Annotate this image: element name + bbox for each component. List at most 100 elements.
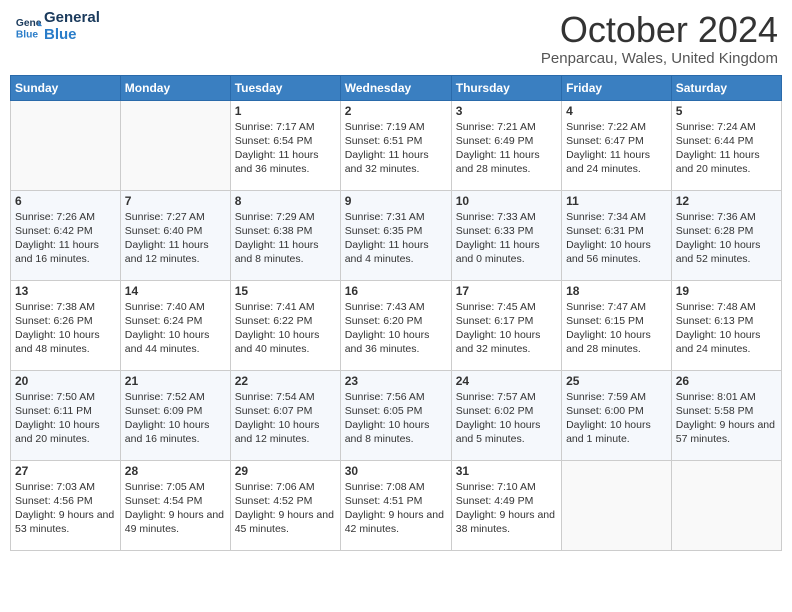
svg-text:General: General xyxy=(16,18,42,29)
day-number: 2 xyxy=(345,104,447,118)
calendar-cell: 28 Sunrise: 7:05 AM Sunset: 4:54 PM Dayli… xyxy=(120,460,230,550)
calendar-cell: 21 Sunrise: 7:52 AM Sunset: 6:09 PM Dayli… xyxy=(120,370,230,460)
day-details: Sunrise: 7:17 AM Sunset: 6:54 PM Dayligh… xyxy=(235,120,336,177)
day-number: 22 xyxy=(235,374,336,388)
calendar-cell xyxy=(562,460,672,550)
day-details: Sunrise: 7:54 AM Sunset: 6:07 PM Dayligh… xyxy=(235,390,336,447)
day-details: Sunrise: 7:59 AM Sunset: 6:00 PM Dayligh… xyxy=(566,390,667,447)
day-number: 29 xyxy=(235,464,336,478)
day-details: Sunrise: 7:56 AM Sunset: 6:05 PM Dayligh… xyxy=(345,390,447,447)
calendar-cell: 12 Sunrise: 7:36 AM Sunset: 6:28 PM Dayli… xyxy=(671,190,781,280)
calendar-cell: 14 Sunrise: 7:40 AM Sunset: 6:24 PM Dayli… xyxy=(120,280,230,370)
col-header-tuesday: Tuesday xyxy=(230,75,340,100)
calendar-table: SundayMondayTuesdayWednesdayThursdayFrid… xyxy=(10,75,782,551)
day-number: 8 xyxy=(235,194,336,208)
col-header-saturday: Saturday xyxy=(671,75,781,100)
day-number: 30 xyxy=(345,464,447,478)
month-title: October 2024 xyxy=(541,10,778,50)
day-details: Sunrise: 7:40 AM Sunset: 6:24 PM Dayligh… xyxy=(125,300,226,357)
day-number: 10 xyxy=(456,194,557,208)
day-number: 28 xyxy=(125,464,226,478)
day-details: Sunrise: 7:22 AM Sunset: 6:47 PM Dayligh… xyxy=(566,120,667,177)
calendar-cell: 6Sunrise: 7:26 AM Sunset: 6:42 PM Daylig… xyxy=(11,190,121,280)
calendar-cell: 17 Sunrise: 7:45 AM Sunset: 6:17 PM Dayli… xyxy=(451,280,561,370)
day-number: 26 xyxy=(676,374,777,388)
col-header-sunday: Sunday xyxy=(11,75,121,100)
day-number: 13 xyxy=(15,284,116,298)
calendar-cell: 20Sunrise: 7:50 AM Sunset: 6:11 PM Dayli… xyxy=(11,370,121,460)
calendar-cell: 27Sunrise: 7:03 AM Sunset: 4:56 PM Dayli… xyxy=(11,460,121,550)
day-number: 31 xyxy=(456,464,557,478)
logo-blue: Blue xyxy=(44,27,100,44)
calendar-cell xyxy=(671,460,781,550)
calendar-cell: 30 Sunrise: 7:08 AM Sunset: 4:51 PM Dayli… xyxy=(340,460,451,550)
calendar-cell: 5 Sunrise: 7:24 AM Sunset: 6:44 PM Daylig… xyxy=(671,100,781,190)
header-row: SundayMondayTuesdayWednesdayThursdayFrid… xyxy=(11,75,782,100)
calendar-cell: 26 Sunrise: 8:01 AM Sunset: 5:58 PM Dayli… xyxy=(671,370,781,460)
calendar-cell: 25 Sunrise: 7:59 AM Sunset: 6:00 PM Dayli… xyxy=(562,370,672,460)
day-number: 15 xyxy=(235,284,336,298)
day-details: Sunrise: 7:48 AM Sunset: 6:13 PM Dayligh… xyxy=(676,300,777,357)
calendar-cell: 31 Sunrise: 7:10 AM Sunset: 4:49 PM Dayli… xyxy=(451,460,561,550)
day-details: Sunrise: 7:47 AM Sunset: 6:15 PM Dayligh… xyxy=(566,300,667,357)
calendar-cell: 23 Sunrise: 7:56 AM Sunset: 6:05 PM Dayli… xyxy=(340,370,451,460)
calendar-cell: 4 Sunrise: 7:22 AM Sunset: 6:47 PM Daylig… xyxy=(562,100,672,190)
day-number: 1 xyxy=(235,104,336,118)
day-details: Sunrise: 7:38 AM Sunset: 6:26 PM Dayligh… xyxy=(15,300,116,357)
week-row-4: 20Sunrise: 7:50 AM Sunset: 6:11 PM Dayli… xyxy=(11,370,782,460)
day-details: Sunrise: 7:10 AM Sunset: 4:49 PM Dayligh… xyxy=(456,480,557,537)
logo: General Blue General Blue xyxy=(14,10,100,43)
day-number: 14 xyxy=(125,284,226,298)
day-number: 6 xyxy=(15,194,116,208)
week-row-1: 1 Sunrise: 7:17 AM Sunset: 6:54 PM Daylig… xyxy=(11,100,782,190)
day-number: 12 xyxy=(676,194,777,208)
day-details: Sunrise: 7:27 AM Sunset: 6:40 PM Dayligh… xyxy=(125,210,226,267)
day-number: 4 xyxy=(566,104,667,118)
day-details: Sunrise: 7:29 AM Sunset: 6:38 PM Dayligh… xyxy=(235,210,336,267)
day-details: Sunrise: 7:43 AM Sunset: 6:20 PM Dayligh… xyxy=(345,300,447,357)
calendar-cell: 8 Sunrise: 7:29 AM Sunset: 6:38 PM Daylig… xyxy=(230,190,340,280)
calendar-cell: 24Sunrise: 7:57 AM Sunset: 6:02 PM Dayli… xyxy=(451,370,561,460)
logo-general: General xyxy=(44,10,100,27)
week-row-5: 27Sunrise: 7:03 AM Sunset: 4:56 PM Dayli… xyxy=(11,460,782,550)
day-details: Sunrise: 7:34 AM Sunset: 6:31 PM Dayligh… xyxy=(566,210,667,267)
day-number: 16 xyxy=(345,284,447,298)
day-details: Sunrise: 7:33 AM Sunset: 6:33 PM Dayligh… xyxy=(456,210,557,267)
day-details: Sunrise: 7:31 AM Sunset: 6:35 PM Dayligh… xyxy=(345,210,447,267)
calendar-cell: 16 Sunrise: 7:43 AM Sunset: 6:20 PM Dayli… xyxy=(340,280,451,370)
calendar-cell: 10 Sunrise: 7:33 AM Sunset: 6:33 PM Dayli… xyxy=(451,190,561,280)
day-details: Sunrise: 7:24 AM Sunset: 6:44 PM Dayligh… xyxy=(676,120,777,177)
calendar-cell: 13 Sunrise: 7:38 AM Sunset: 6:26 PM Dayli… xyxy=(11,280,121,370)
calendar-cell: 2 Sunrise: 7:19 AM Sunset: 6:51 PM Daylig… xyxy=(340,100,451,190)
location: Penparcau, Wales, United Kingdom xyxy=(541,50,778,67)
svg-text:Blue: Blue xyxy=(16,29,39,40)
week-row-2: 6Sunrise: 7:26 AM Sunset: 6:42 PM Daylig… xyxy=(11,190,782,280)
day-details: Sunrise: 7:03 AM Sunset: 4:56 PM Dayligh… xyxy=(15,480,116,537)
calendar-cell: 9Sunrise: 7:31 AM Sunset: 6:35 PM Daylig… xyxy=(340,190,451,280)
calendar-cell: 19 Sunrise: 7:48 AM Sunset: 6:13 PM Dayli… xyxy=(671,280,781,370)
title-block: October 2024 Penparcau, Wales, United Ki… xyxy=(541,10,778,67)
day-details: Sunrise: 7:21 AM Sunset: 6:49 PM Dayligh… xyxy=(456,120,557,177)
col-header-monday: Monday xyxy=(120,75,230,100)
calendar-cell: 18Sunrise: 7:47 AM Sunset: 6:15 PM Dayli… xyxy=(562,280,672,370)
day-number: 23 xyxy=(345,374,447,388)
calendar-cell: 22 Sunrise: 7:54 AM Sunset: 6:07 PM Dayli… xyxy=(230,370,340,460)
day-number: 25 xyxy=(566,374,667,388)
calendar-cell: 1 Sunrise: 7:17 AM Sunset: 6:54 PM Daylig… xyxy=(230,100,340,190)
col-header-friday: Friday xyxy=(562,75,672,100)
day-details: Sunrise: 7:19 AM Sunset: 6:51 PM Dayligh… xyxy=(345,120,447,177)
day-number: 21 xyxy=(125,374,226,388)
day-number: 19 xyxy=(676,284,777,298)
day-details: Sunrise: 7:52 AM Sunset: 6:09 PM Dayligh… xyxy=(125,390,226,447)
day-details: Sunrise: 7:06 AM Sunset: 4:52 PM Dayligh… xyxy=(235,480,336,537)
day-details: Sunrise: 7:36 AM Sunset: 6:28 PM Dayligh… xyxy=(676,210,777,267)
day-number: 5 xyxy=(676,104,777,118)
day-number: 11 xyxy=(566,194,667,208)
day-details: Sunrise: 8:01 AM Sunset: 5:58 PM Dayligh… xyxy=(676,390,777,447)
day-details: Sunrise: 7:45 AM Sunset: 6:17 PM Dayligh… xyxy=(456,300,557,357)
calendar-cell: 11 Sunrise: 7:34 AM Sunset: 6:31 PM Dayli… xyxy=(562,190,672,280)
day-number: 17 xyxy=(456,284,557,298)
day-details: Sunrise: 7:08 AM Sunset: 4:51 PM Dayligh… xyxy=(345,480,447,537)
day-details: Sunrise: 7:05 AM Sunset: 4:54 PM Dayligh… xyxy=(125,480,226,537)
col-header-wednesday: Wednesday xyxy=(340,75,451,100)
